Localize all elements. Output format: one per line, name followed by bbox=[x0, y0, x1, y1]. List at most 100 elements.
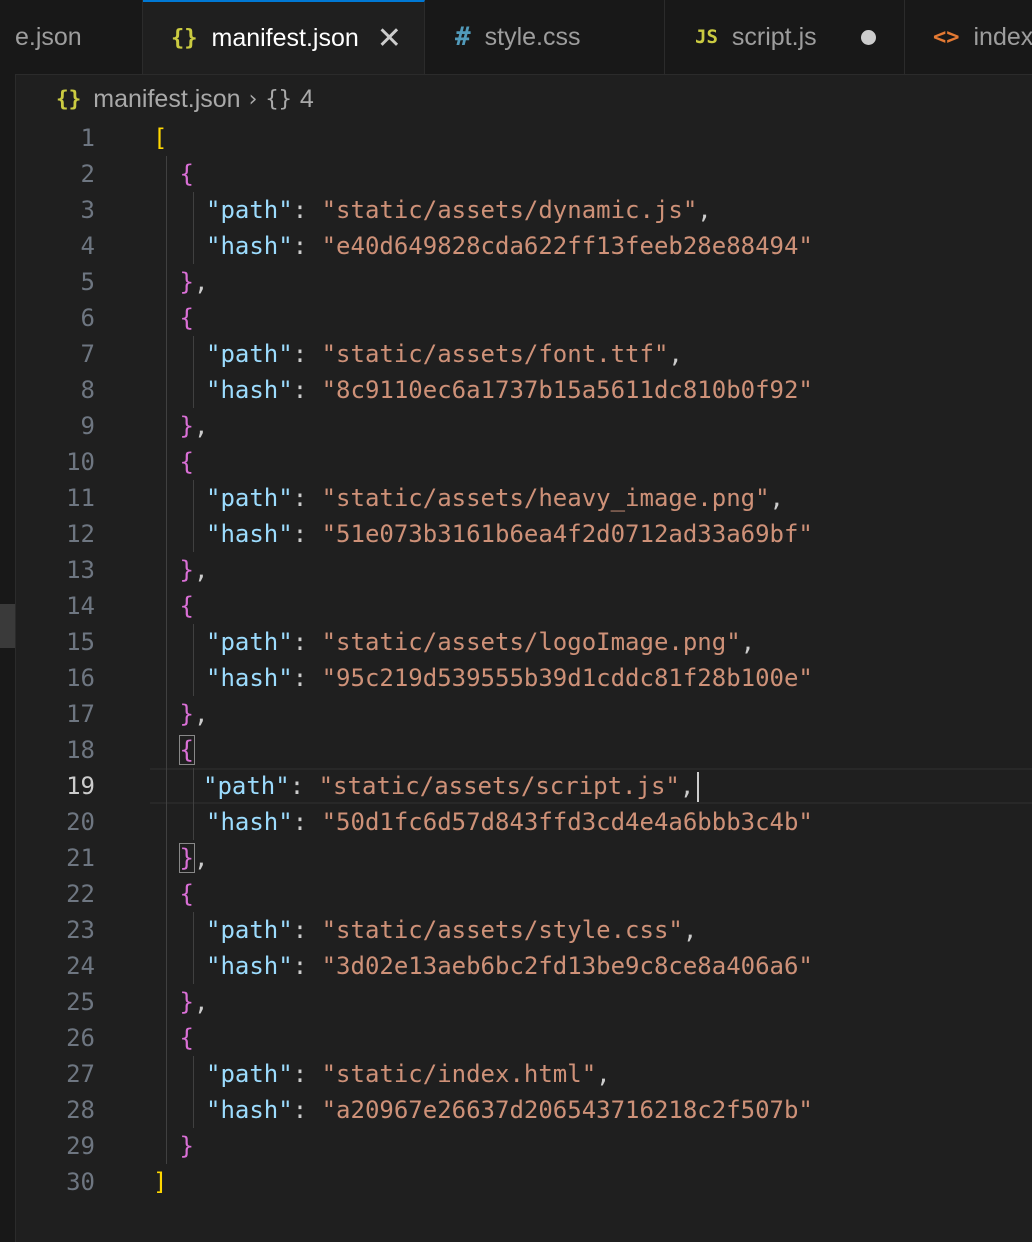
json-string-value: "static/assets/dynamic.js" bbox=[321, 196, 698, 224]
json-key: "hash" bbox=[206, 1096, 293, 1124]
json-braces-icon: {} bbox=[56, 87, 82, 111]
json-string-value: "static/assets/style.css" bbox=[321, 916, 683, 944]
code-line[interactable]: 24 "hash": "3d02e13aeb6bc2fd13be9c8ce8a40… bbox=[15, 948, 1032, 984]
code-line[interactable]: 26 { bbox=[15, 1020, 1032, 1056]
code-line[interactable]: 5}, bbox=[15, 264, 1032, 300]
breadcrumb-file[interactable]: manifest.json bbox=[93, 85, 240, 114]
code-line[interactable]: 28 "hash": "a20967e26637d206543716218c2f5… bbox=[15, 1092, 1032, 1128]
breadcrumb-symbol[interactable]: 4 bbox=[300, 85, 314, 114]
json-string-value: "static/assets/heavy_image.png" bbox=[321, 484, 770, 512]
code-line[interactable]: 21}, bbox=[15, 840, 1032, 876]
code-text: "path": "static/assets/heavy_image.png", bbox=[153, 480, 784, 516]
code-line[interactable]: 11 "path": "static/assets/heavy_image.png… bbox=[15, 480, 1032, 516]
code-line[interactable]: 16 "hash": "95c219d539555b39d1cddc81f28b1… bbox=[15, 660, 1032, 696]
code-text: "path": "static/assets/logoImage.png", bbox=[153, 624, 755, 660]
close-icon[interactable]: ✕ bbox=[377, 21, 402, 56]
code-text: { bbox=[153, 588, 194, 624]
line-number: 11 bbox=[66, 484, 95, 512]
line-number: 27 bbox=[66, 1060, 95, 1088]
code-text: "hash": "51e073b3161b6ea4f2d0712ad33a69b… bbox=[153, 516, 813, 552]
colon: : bbox=[292, 376, 322, 404]
code-line[interactable]: 30] bbox=[15, 1164, 1032, 1200]
code-line[interactable]: 6{ bbox=[15, 300, 1032, 336]
object-close-brace: } bbox=[179, 1132, 194, 1160]
code-line[interactable]: 27 "path": "static/index.html", bbox=[15, 1056, 1032, 1092]
json-string-value: "95c219d539555b39d1cddc81f28b100e" bbox=[321, 664, 813, 692]
array-close-bracket: ] bbox=[153, 1168, 168, 1196]
code-line[interactable]: 17}, bbox=[15, 696, 1032, 732]
code-line[interactable]: 29} bbox=[15, 1128, 1032, 1164]
json-string-value: "8c9110ec6a1737b15a5611dc810b0f92" bbox=[321, 376, 813, 404]
indent-guide bbox=[193, 192, 194, 264]
tab-e-json[interactable]: e.json bbox=[15, 0, 143, 74]
code-text: }, bbox=[153, 264, 209, 300]
code-line[interactable]: 3 "path": "static/assets/dynamic.js", bbox=[15, 192, 1032, 228]
comma: , bbox=[193, 844, 209, 872]
line-number: 12 bbox=[66, 520, 95, 548]
line-number: 18 bbox=[66, 736, 95, 764]
scroll-indicator[interactable] bbox=[0, 604, 15, 648]
code-text: "hash": "3d02e13aeb6bc2fd13be9c8ce8a406a… bbox=[153, 948, 813, 984]
json-string-value: "51e073b3161b6ea4f2d0712ad33a69bf" bbox=[321, 520, 813, 548]
code-line[interactable]: 22 { bbox=[15, 876, 1032, 912]
tab-index[interactable]: <> index bbox=[905, 0, 1032, 74]
comma: , bbox=[679, 772, 695, 800]
line-number: 10 bbox=[66, 448, 95, 476]
json-key: "path" bbox=[206, 916, 293, 944]
colon: : bbox=[292, 952, 322, 980]
indent-guide bbox=[193, 336, 194, 408]
json-string-value: "static/assets/script.js" bbox=[318, 772, 680, 800]
activity-edge bbox=[0, 0, 16, 1242]
code-line[interactable]: 20 "hash": "50d1fc6d57d843ffd3cd4e4a6bbb3… bbox=[15, 804, 1032, 840]
code-text: "path": "static/assets/dynamic.js", bbox=[153, 192, 712, 228]
tab-style-css[interactable]: # style.css bbox=[425, 0, 665, 74]
json-key: "hash" bbox=[206, 232, 293, 260]
comma: , bbox=[596, 1060, 611, 1088]
indent-guide bbox=[193, 768, 194, 840]
line-number: 7 bbox=[80, 340, 95, 368]
json-key: "path" bbox=[206, 340, 293, 368]
code-text: ] bbox=[153, 1164, 167, 1200]
object-close-brace: } bbox=[178, 843, 195, 873]
code-line[interactable]: 12 "hash": "51e073b3161b6ea4f2d0712ad33a6… bbox=[15, 516, 1032, 552]
code-line[interactable]: 10 { bbox=[15, 444, 1032, 480]
object-icon: {} bbox=[265, 86, 292, 112]
tab-manifest-json[interactable]: {} manifest.json ✕ bbox=[143, 0, 425, 74]
code-line[interactable]: 8 "hash": "8c9110ec6a1737b15a5611dc810b0f… bbox=[15, 372, 1032, 408]
comma: , bbox=[682, 916, 698, 944]
code-line[interactable]: 7 "path": "static/assets/font.ttf", bbox=[15, 336, 1032, 372]
colon: : bbox=[292, 340, 322, 368]
line-number: 5 bbox=[80, 268, 95, 296]
array-open-bracket: [ bbox=[153, 124, 168, 152]
code-line[interactable]: 1[ bbox=[15, 120, 1032, 156]
code-line[interactable]: 2{ bbox=[15, 156, 1032, 192]
code-line[interactable]: 23 "path": "static/assets/style.css", bbox=[15, 912, 1032, 948]
code-line[interactable]: 25}, bbox=[15, 984, 1032, 1020]
unsaved-dot-icon[interactable] bbox=[860, 29, 876, 45]
code-line[interactable]: 14 { bbox=[15, 588, 1032, 624]
indent-guide bbox=[193, 1056, 194, 1128]
vscode-editor-window: e.json {} manifest.json ✕ # style.css JS… bbox=[0, 0, 1032, 1242]
object-open-brace: { bbox=[178, 735, 195, 765]
code-line[interactable]: 9}, bbox=[15, 408, 1032, 444]
tab-label: manifest.json bbox=[211, 24, 359, 52]
indent-guide bbox=[193, 912, 194, 984]
line-number: 26 bbox=[66, 1024, 95, 1052]
tab-bar: e.json {} manifest.json ✕ # style.css JS… bbox=[15, 0, 1032, 75]
code-line[interactable]: 4 "hash": "e40d649828cda622ff13feeb28e884… bbox=[15, 228, 1032, 264]
line-number: 16 bbox=[66, 664, 95, 692]
code-line[interactable]: 13}, bbox=[15, 552, 1032, 588]
json-string-value: "50d1fc6d57d843ffd3cd4e4a6bbb3c4b" bbox=[321, 808, 813, 836]
colon: : bbox=[292, 484, 322, 512]
code-text: { bbox=[153, 876, 194, 912]
json-key: "path" bbox=[206, 1060, 293, 1088]
code-editor[interactable]: 1[2{3 "path": "static/assets/dynamic.js",… bbox=[15, 120, 1032, 1242]
comma: , bbox=[740, 628, 756, 656]
html-angle-icon: <> bbox=[933, 24, 960, 50]
code-line[interactable]: 15 "path": "static/assets/logoImage.png", bbox=[15, 624, 1032, 660]
json-string-value: "e40d649828cda622ff13feeb28e88494" bbox=[321, 232, 813, 260]
tab-script-js[interactable]: JS script.js bbox=[665, 0, 905, 74]
code-line[interactable]: 18 { bbox=[15, 732, 1032, 768]
code-text: { bbox=[153, 156, 194, 192]
code-line[interactable]: 19 "path": "static/assets/script.js", bbox=[66, 768, 1032, 804]
